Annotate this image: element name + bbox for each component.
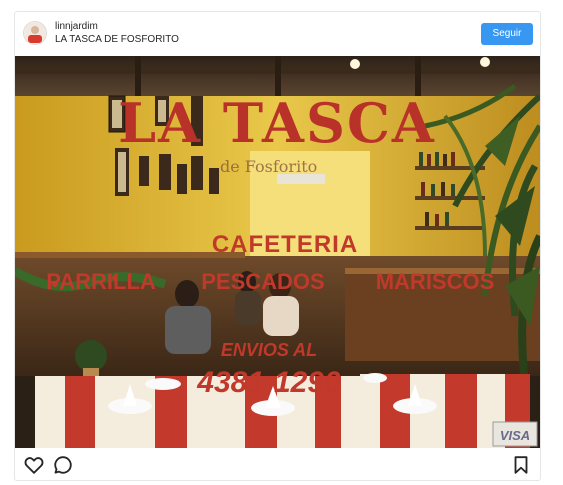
- save-button[interactable]: [510, 454, 532, 476]
- sign-title: LA TASCA: [118, 91, 436, 155]
- visa-label: VISA: [500, 428, 530, 443]
- action-bar: [15, 449, 540, 480]
- username[interactable]: linnjardim: [55, 21, 98, 33]
- line-envios: ENVIOS AL: [221, 340, 317, 360]
- sign-subtitle: de Fosforito: [220, 157, 317, 176]
- post-header: linnjardim LA TASCA DE FOSFORITO Seguir: [15, 12, 540, 57]
- line-pescados: PESCADOS: [201, 269, 324, 294]
- line-mariscos: MARISCOS: [376, 269, 495, 294]
- bookmark-outline-icon: [514, 456, 528, 474]
- avatar[interactable]: [23, 21, 47, 45]
- line-cafeteria: CAFETERIA: [212, 231, 358, 258]
- phone-number: 4381-1290: [196, 366, 341, 399]
- heart-outline-icon: [24, 457, 44, 474]
- avatar-image: [24, 22, 46, 44]
- comment-bubble-icon: [54, 456, 72, 474]
- post-photo[interactable]: LA TASCA de Fosforito CAFETERIA PARRILLA…: [15, 56, 540, 448]
- line-parrilla: PARRILLA: [46, 269, 156, 294]
- restaurant-photo: LA TASCA de Fosforito CAFETERIA PARRILLA…: [15, 56, 540, 448]
- instagram-post: linnjardim LA TASCA DE FOSFORITO Seguir: [14, 11, 541, 481]
- location-tag[interactable]: LA TASCA DE FOSFORITO: [55, 34, 179, 46]
- like-button[interactable]: [23, 454, 45, 476]
- comment-button[interactable]: [52, 454, 74, 476]
- follow-button[interactable]: Seguir: [481, 23, 533, 45]
